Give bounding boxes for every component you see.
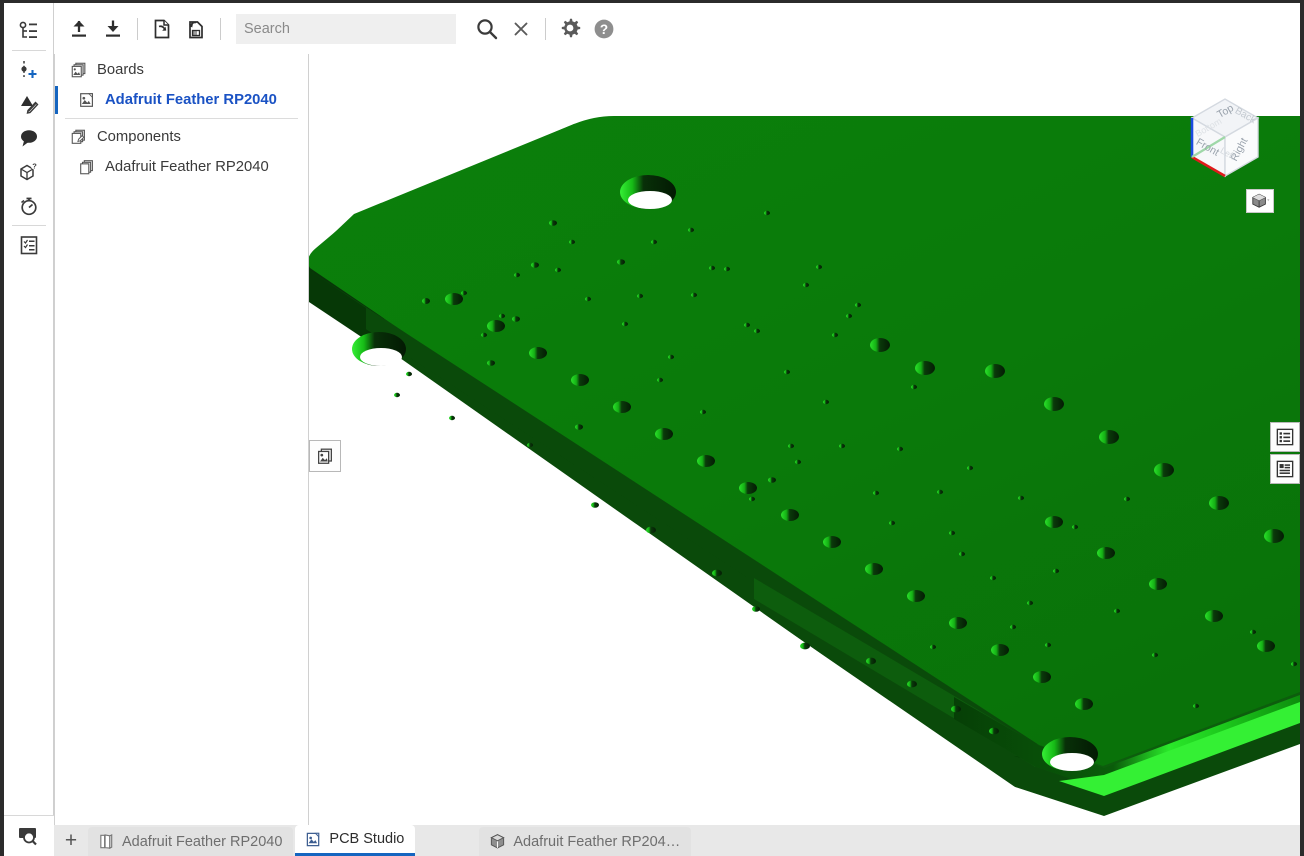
search-icon — [477, 18, 498, 39]
add-net-icon-button[interactable] — [4, 53, 54, 87]
help-button[interactable]: ? — [587, 12, 621, 46]
download-button[interactable] — [96, 12, 130, 46]
timer-icon — [21, 197, 37, 216]
cube-icon — [488, 833, 506, 851]
tree-group-label: Components — [97, 129, 181, 145]
tree-group-label: Boards — [97, 62, 144, 78]
svg-text:?: ? — [32, 162, 37, 171]
board-item-icon — [77, 90, 97, 110]
tree-item-label: Adafruit Feather RP2040 — [105, 92, 277, 108]
help-circle-icon: ? — [594, 19, 614, 38]
layers-panel-button[interactable] — [1270, 454, 1300, 484]
zoom-search-icon-button[interactable] — [4, 815, 54, 855]
close-icon — [514, 22, 528, 35]
bottom-tab-bar: + Adafruit Feather RP2040 PCB Studio Ada… — [54, 825, 1300, 856]
comment-icon — [21, 130, 37, 147]
tab-adafruit-feather-rp2040-3d[interactable]: Adafruit Feather RP204… — [479, 827, 692, 856]
toolbar-divider-3 — [545, 17, 546, 40]
export-document-icon — [189, 20, 203, 38]
timer-icon-button[interactable] — [4, 189, 54, 223]
hierarchy-tree-icon — [19, 21, 37, 38]
project-tree-panel: Boards Adafruit Feather RP2040 Component… — [54, 47, 309, 828]
view-cube[interactable]: Top Back Front Right Left Bottom — [1170, 84, 1280, 194]
copy-document-icon — [154, 19, 170, 38]
tab-label: Adafruit Feather RP204… — [513, 833, 681, 850]
pcb-studio-icon — [304, 830, 322, 848]
tree-item-component-adafruit-feather-rp2040[interactable]: Adafruit Feather RP2040 — [55, 152, 308, 182]
tab-label: Adafruit Feather RP2040 — [122, 833, 283, 850]
3d-model-help-icon-button[interactable]: ? — [4, 155, 54, 189]
tab-adafruit-feather-rp2040-doc[interactable]: Adafruit Feather RP2040 — [88, 827, 294, 856]
projection-mode-button[interactable] — [1246, 189, 1274, 213]
3d-model-help-icon: ? — [20, 162, 39, 181]
application-window: ? Search ? Top Back Front Right Left Bot… — [0, 0, 1304, 856]
download-icon — [106, 20, 120, 37]
tree-group-boards[interactable]: Boards — [55, 55, 308, 85]
boards-stack-icon — [318, 448, 332, 464]
hierarchy-tree-icon-button[interactable] — [4, 14, 54, 48]
upload-button[interactable] — [62, 12, 96, 46]
top-toolbar: ? — [54, 3, 1300, 54]
tree-divider — [65, 118, 298, 119]
boards-stack-icon — [69, 60, 89, 80]
tree-group-components[interactable]: Components — [55, 122, 308, 152]
clear-search-button[interactable] — [504, 12, 538, 46]
export-board-button[interactable] — [179, 12, 213, 46]
report-checklist-icon-button[interactable] — [4, 228, 54, 262]
edit-shape-icon — [21, 96, 39, 114]
boards-float-button[interactable] — [309, 440, 341, 472]
svg-text:?: ? — [600, 22, 608, 37]
rail-divider-2 — [11, 225, 46, 226]
tab-pcb-studio[interactable]: PCB Studio — [295, 825, 416, 856]
left-icon-rail: ? — [4, 3, 54, 855]
rail-divider-1 — [11, 50, 46, 51]
upload-icon — [72, 20, 86, 37]
component-item-icon — [77, 157, 97, 177]
add-tab-button[interactable]: + — [54, 825, 88, 856]
gear-icon — [561, 18, 581, 37]
properties-list-button[interactable] — [1270, 422, 1300, 452]
search-button[interactable] — [470, 12, 504, 46]
view-cube-icon: Top Back Front Right Left Bottom — [1190, 98, 1260, 178]
list-lines-icon — [1276, 460, 1294, 478]
comment-icon-button[interactable] — [4, 121, 54, 155]
toolbar-divider-2 — [220, 17, 221, 40]
zoom-search-icon — [19, 827, 37, 845]
tree-item-label: Adafruit Feather RP2040 — [105, 159, 269, 175]
settings-button[interactable] — [553, 12, 587, 46]
tab-label: PCB Studio — [329, 831, 405, 847]
report-checklist-icon — [20, 236, 38, 255]
cube-icon — [1252, 193, 1270, 208]
list-bullet-icon — [1276, 428, 1294, 446]
toolbar-divider-1 — [137, 17, 138, 40]
copy-board-button[interactable] — [145, 12, 179, 46]
tree-item-board-adafruit-feather-rp2040[interactable]: Adafruit Feather RP2040 — [55, 85, 308, 115]
components-stack-icon — [69, 127, 89, 147]
book-stack-icon — [97, 833, 115, 851]
add-net-icon — [21, 61, 37, 78]
search-input[interactable] — [236, 13, 456, 44]
edit-shape-icon-button[interactable] — [4, 87, 54, 121]
